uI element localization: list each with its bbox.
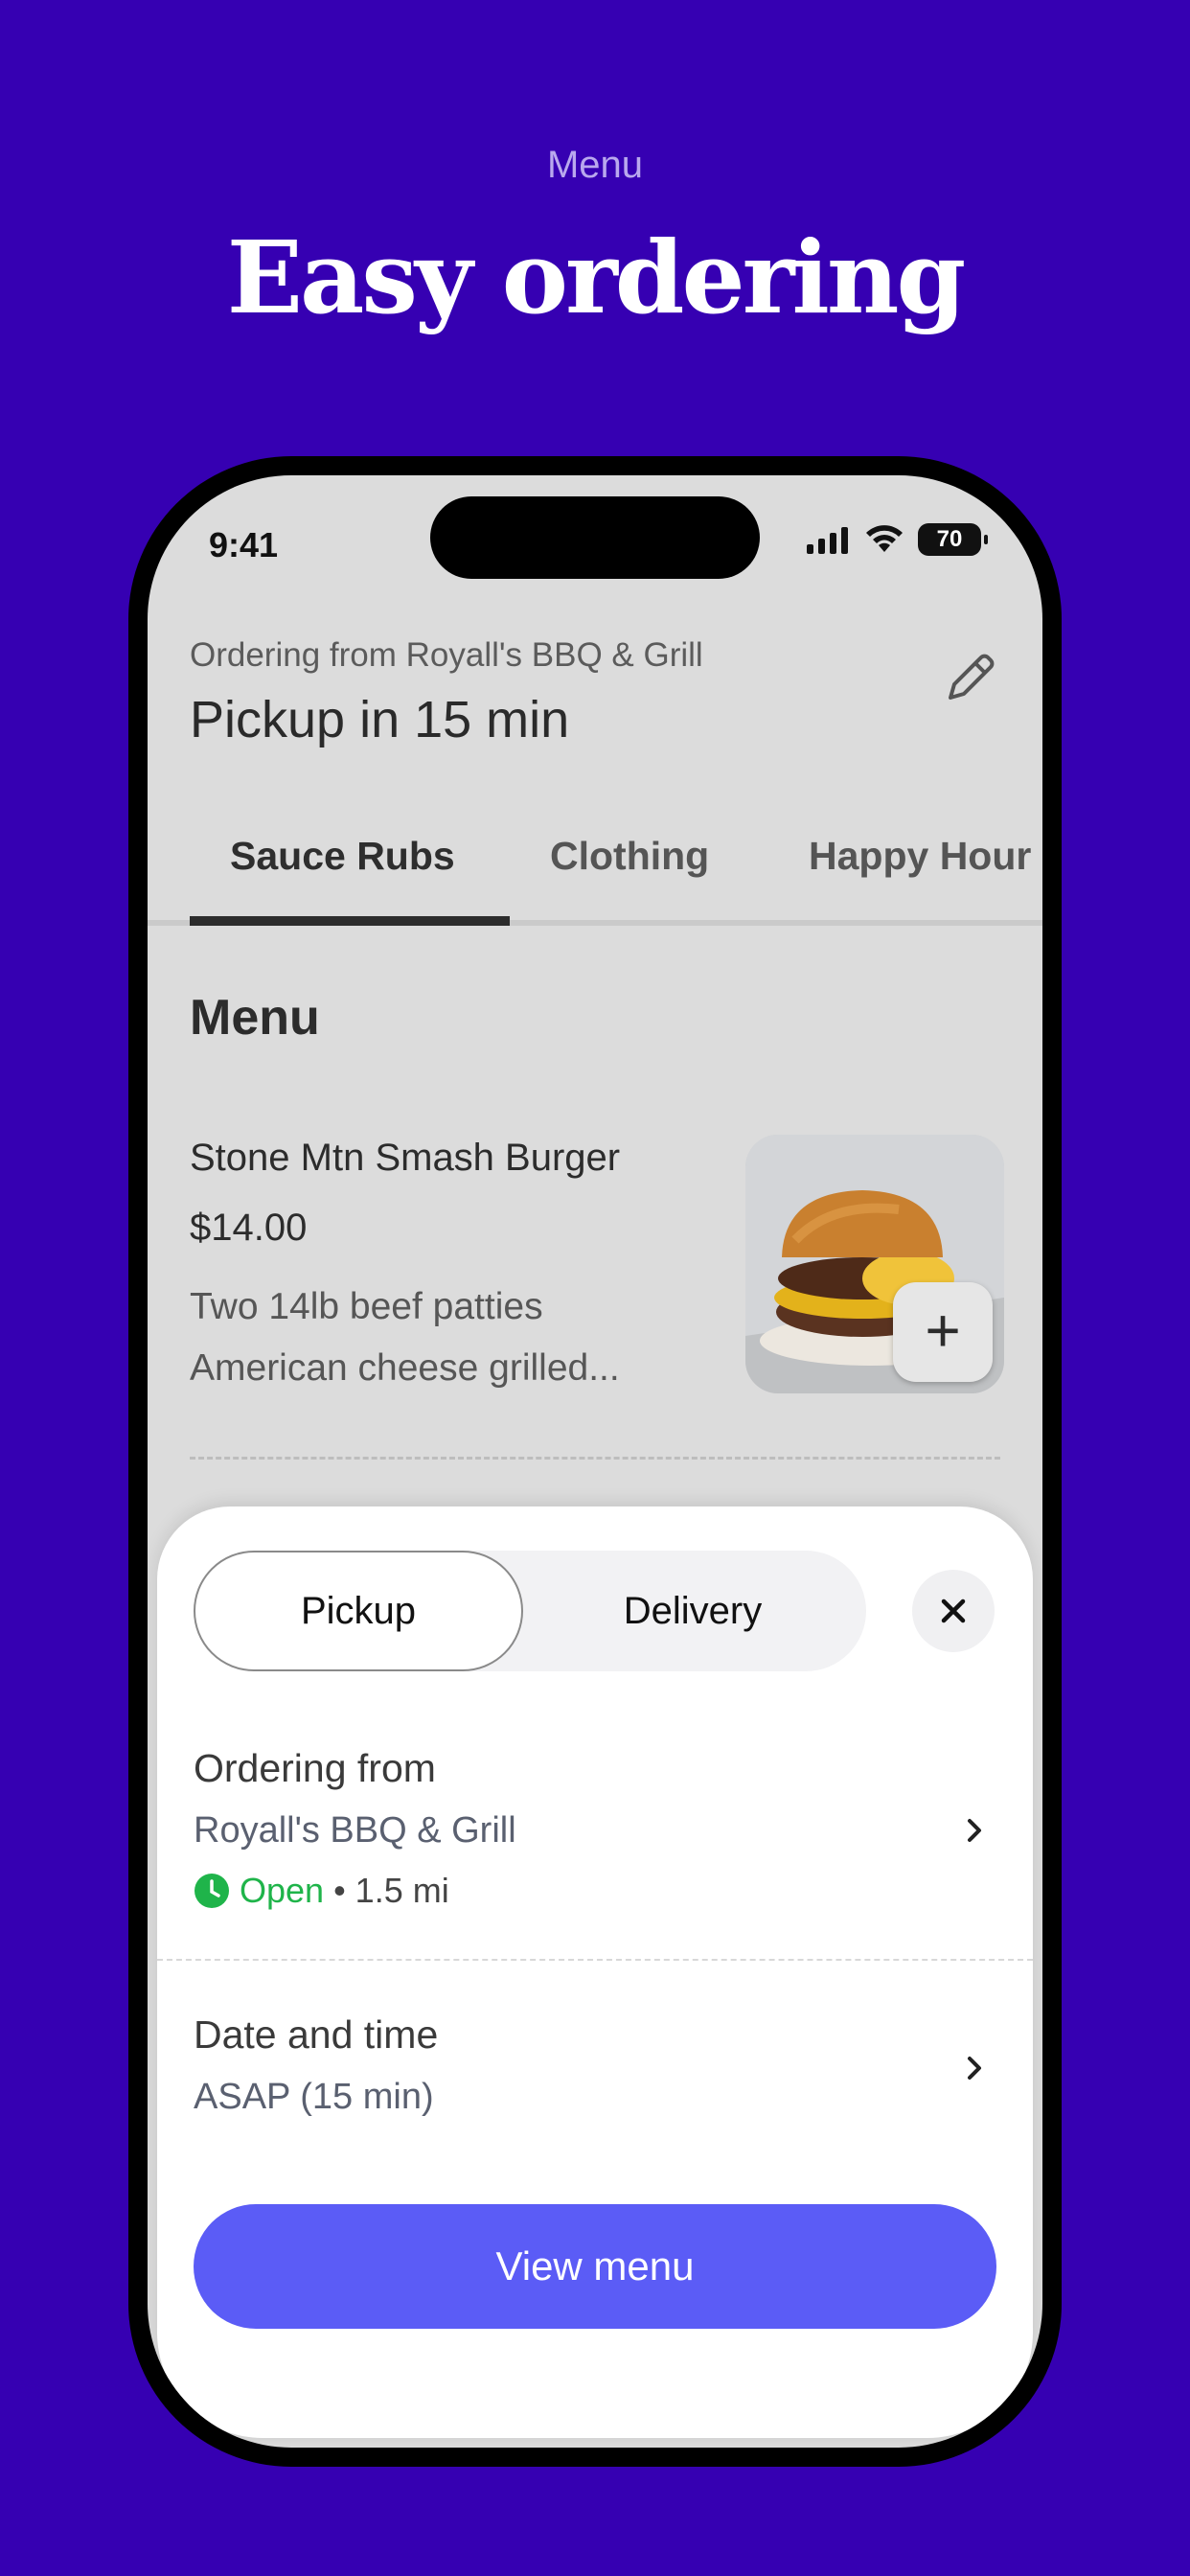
pencil-icon <box>949 654 995 700</box>
plus-icon: + <box>925 1296 961 1365</box>
pickup-time-title: Pickup in 15 min <box>190 691 570 748</box>
status-bar: 9:41 70 <box>148 475 1042 590</box>
phone-screen: 9:41 70 Ordering from Royall's BBQ & Gri… <box>148 475 1042 2448</box>
distance-text: • 1.5 mi <box>333 1871 449 1910</box>
chevron-right-icon <box>968 2057 981 2080</box>
add-item-button[interactable]: + <box>893 1282 993 1382</box>
menu-heading: Menu <box>190 990 320 1046</box>
sheet-divider <box>157 1959 1033 1961</box>
close-icon <box>941 1598 966 1623</box>
order-header: Ordering from Royall's BBQ & Grill Picku… <box>190 636 1000 749</box>
edit-order-button[interactable] <box>939 648 1000 709</box>
tab-happy-hour[interactable]: Happy Hour <box>809 792 1031 920</box>
pickup-option[interactable]: Pickup <box>194 1551 523 1671</box>
ordering-from-label: Ordering from Royall's BBQ & Grill <box>190 636 703 674</box>
menu-divider <box>190 1457 1000 1460</box>
close-button[interactable] <box>912 1570 995 1652</box>
active-tab-indicator <box>190 916 510 926</box>
clock-icon <box>195 1874 229 1908</box>
open-status: Open <box>240 1871 325 1910</box>
category-tabs: Sauce Rubs Clothing Happy Hour <box>148 792 1042 926</box>
date-time-value: ASAP (15 min) <box>194 2077 434 2117</box>
restaurant-name: Royall's BBQ & Grill <box>194 1810 516 1851</box>
view-menu-button[interactable]: View menu <box>194 2204 996 2329</box>
ordering-from-row[interactable]: Ordering from Royall's BBQ & Grill Open … <box>194 1746 996 1911</box>
wifi-icon <box>866 525 903 552</box>
tab-clothing[interactable]: Clothing <box>550 792 709 920</box>
status-time: 9:41 <box>209 525 279 564</box>
order-mode-sheet: Pickup Delivery Ordering from Royall's B… <box>157 1506 1033 2438</box>
signal-icon <box>807 527 848 554</box>
restaurant-status: Open • 1.5 mi <box>194 1871 996 1911</box>
chevron-right-icon <box>968 1819 981 1842</box>
date-time-row[interactable]: Date and time ASAP (15 min) <box>194 2012 996 2118</box>
promo-subtitle: Menu <box>546 144 644 186</box>
ordering-from-title: Ordering from <box>194 1746 436 1790</box>
burger-image: + <box>745 1135 1004 1393</box>
dynamic-island <box>430 496 760 579</box>
status-icons: 70 <box>805 523 988 556</box>
menu-item-description: Two 14lb beef patties American cheese gr… <box>190 1286 620 1389</box>
battery-icon: 70 <box>918 523 988 556</box>
order-mode-toggle: Pickup Delivery <box>194 1551 866 1671</box>
promo-title: Easy ordering <box>226 218 967 336</box>
tab-sauce-rubs[interactable]: Sauce Rubs <box>230 792 455 920</box>
delivery-option[interactable]: Delivery <box>519 1551 866 1671</box>
phone-frame: 9:41 70 Ordering from Royall's BBQ & Gri… <box>128 456 1062 2467</box>
menu-item[interactable]: Stone Mtn Smash Burger $14.00 Two 14lb b… <box>190 1135 1004 1424</box>
date-time-title: Date and time <box>194 2012 439 2057</box>
